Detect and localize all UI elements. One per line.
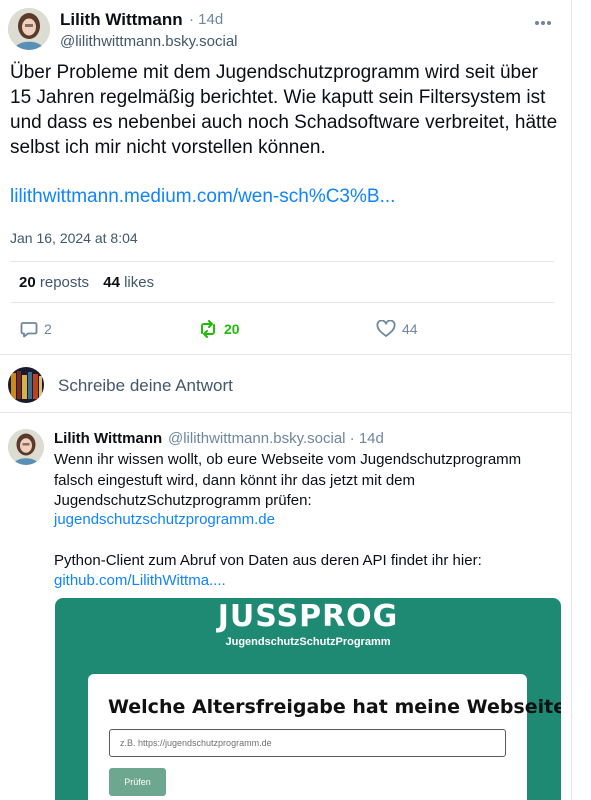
post-text: Über Probleme mit dem Jugendschutzprogra… [10,62,558,158]
divider [10,261,554,262]
reply-author-handle[interactable]: @lilithwittmann.bsky.social · 14d [168,430,384,447]
reply-count: 2 [44,321,52,337]
divider [0,412,572,413]
repost-count: 20 [224,321,240,337]
post-stats: 20 reposts 44 likes [19,274,154,291]
reply-author-name[interactable]: Lilith Wittmann [54,430,162,447]
post-link[interactable]: lilithwittmann.medium.com/wen-sch%C3%B..… [10,186,395,208]
reply-author-avatar[interactable] [8,429,44,465]
reply-link-site[interactable]: jugendschutzschutzprogramm.de [54,511,275,528]
reposts-count[interactable]: 20 [19,274,36,291]
author-handle[interactable]: @lilithwittmann.bsky.social [60,33,238,50]
reply-button[interactable]: 2 [20,320,52,338]
embed-card[interactable]: JUSSPROG JugendschutzSchutzProgramm Welc… [55,598,561,800]
post-age: · 14d [189,11,224,28]
like-button[interactable]: 44 [376,320,418,338]
repost-button[interactable]: 20 [198,320,240,338]
url-input: z.B. https://jugendschutzprogramm.de [109,729,506,757]
more-icon[interactable] [534,16,554,36]
card-subtitle: JugendschutzSchutzProgramm [225,636,391,648]
author-avatar[interactable] [8,8,50,50]
card-title: JUSSPROG [217,599,399,634]
reply-text-2: Python-Client zum Abruf von Daten aus de… [54,552,482,569]
card-question: Welche Altersfreigabe hat meine Webseite… [108,696,561,718]
check-button: Prüfen [109,768,166,796]
card-panel: Welche Altersfreigabe hat meine Webseite… [88,674,561,800]
divider [10,302,554,303]
reply-composer[interactable]: Schreibe deine Antwort [58,376,233,396]
repost-icon [201,320,215,338]
divider [0,354,572,355]
thread-column: Lilith Wittmann · 14d @lilithwittmann.bs… [0,0,572,800]
reply-icon [20,322,38,338]
post-date: Jan 16, 2024 at 8:04 [10,230,138,246]
heart-icon [376,320,396,337]
likes-count[interactable]: 44 [103,274,120,291]
author-name[interactable]: Lilith Wittmann [60,10,183,30]
like-count: 44 [402,321,418,337]
likes-label[interactable]: likes [124,274,154,291]
reposts-label[interactable]: reposts [40,274,89,291]
reply-text: Wenn ihr wissen wollt, ob eure Webseite … [54,451,522,509]
my-avatar [8,367,44,403]
reply-link-github[interactable]: github.com/LilithWittma.... [54,572,226,589]
